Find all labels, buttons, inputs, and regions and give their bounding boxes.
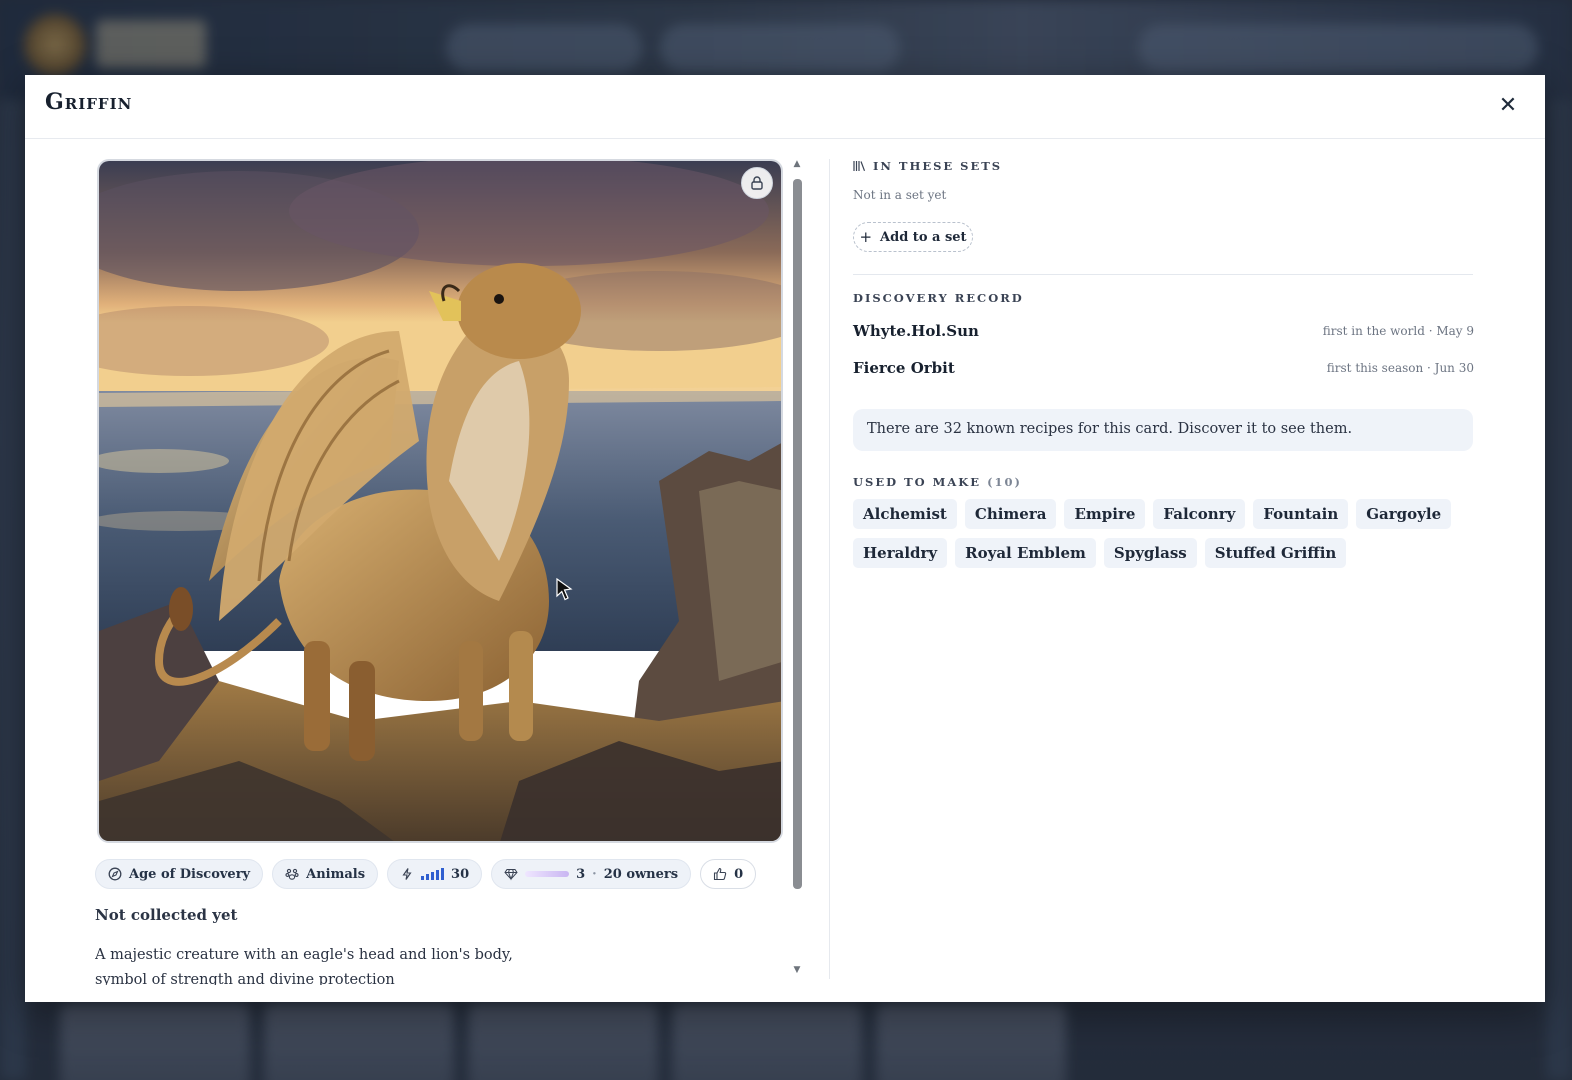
thumbs-up-icon — [714, 867, 727, 881]
modal-header: Griffin ✕ — [25, 75, 1545, 139]
card-description: A majestic creature with an eagle's head… — [95, 947, 513, 985]
close-icon[interactable]: ✕ — [1497, 95, 1519, 117]
discovery-heading: Discovery record — [853, 291, 1024, 305]
lock-icon[interactable] — [741, 167, 773, 199]
scroll-down-arrow-icon[interactable]: ▼ — [792, 965, 802, 975]
recipe-tag[interactable]: Spyglass — [1103, 538, 1197, 568]
separator: · — [592, 866, 597, 882]
collection-status: Not collected yet — [95, 906, 238, 924]
scroll-up-arrow-icon[interactable]: ▲ — [792, 159, 802, 169]
like-button[interactable]: 0 — [700, 859, 757, 889]
mouse-cursor-icon — [556, 577, 573, 601]
lightning-icon — [402, 868, 412, 880]
sets-heading: In these sets — [853, 159, 1002, 173]
recipe-tag[interactable]: Stuffed Griffin — [1204, 538, 1347, 568]
scroll-thumb[interactable] — [793, 179, 802, 889]
discoverer-name[interactable]: Fierce Orbit — [853, 359, 955, 377]
discovery-meta: first in the world · May 9 — [1322, 324, 1474, 338]
griffin-illustration — [99, 161, 781, 841]
power-chip[interactable]: 30 — [387, 859, 483, 889]
category-label: Animals — [306, 866, 366, 882]
paw-icon — [285, 868, 299, 880]
category-chip[interactable]: Animals — [272, 859, 379, 889]
recipe-tag[interactable]: Gargoyle — [1356, 499, 1452, 529]
used-to-make-label: Used to make — [853, 475, 982, 489]
diamond-icon — [504, 869, 518, 881]
recipe-tag[interactable]: Falconry — [1153, 499, 1246, 529]
column-divider — [829, 159, 830, 979]
plus-icon: + — [859, 228, 873, 246]
section-divider — [853, 274, 1473, 275]
sets-empty-text: Not in a set yet — [853, 188, 947, 202]
rarity-chip[interactable]: 3 · 20 owners — [491, 859, 692, 889]
compass-icon — [108, 867, 122, 881]
used-to-make-heading: Used to make (10) — [853, 475, 1022, 489]
discoverer-name[interactable]: Whyte.Hol.Sun — [853, 322, 979, 340]
used-to-make-list: Alchemist Chimera Empire Falconry Founta… — [853, 499, 1473, 568]
card-attribute-chips: Age of Discovery Animals 30 3 · 20 owner… — [95, 859, 757, 889]
add-to-set-label: Add to a set — [880, 229, 967, 245]
signal-bars-icon — [421, 868, 445, 880]
left-scrollbar[interactable]: ▲ ▼ — [792, 159, 802, 979]
modal-title: Griffin — [45, 89, 133, 115]
recipes-notice: There are 32 known recipes for this card… — [853, 409, 1473, 451]
era-label: Age of Discovery — [129, 866, 251, 882]
recipe-tag[interactable]: Chimera — [964, 499, 1057, 529]
rarity-count: 3 — [576, 866, 586, 882]
sets-heading-label: In these sets — [873, 159, 1003, 173]
recipe-tag[interactable]: Empire — [1064, 499, 1146, 529]
recipe-tag[interactable]: Fountain — [1253, 499, 1349, 529]
discovery-meta: first this season · Jun 30 — [1326, 361, 1474, 375]
library-icon — [853, 161, 866, 172]
add-to-set-button[interactable]: + Add to a set — [853, 222, 973, 252]
card-artwork — [97, 159, 783, 843]
card-detail-modal: Griffin ✕ ▲ ▼ Age of Discovery Animals 3… — [25, 75, 1545, 1002]
used-to-make-count: (10) — [987, 475, 1022, 489]
like-count: 0 — [734, 866, 744, 882]
rarity-bar — [525, 871, 570, 877]
recipe-tag[interactable]: Alchemist — [853, 499, 957, 529]
owners-count: 20 owners — [603, 866, 679, 882]
recipe-tag[interactable]: Heraldry — [853, 538, 948, 568]
recipe-tag[interactable]: Royal Emblem — [955, 538, 1096, 568]
power-value: 30 — [451, 866, 470, 882]
era-chip[interactable]: Age of Discovery — [95, 859, 264, 889]
